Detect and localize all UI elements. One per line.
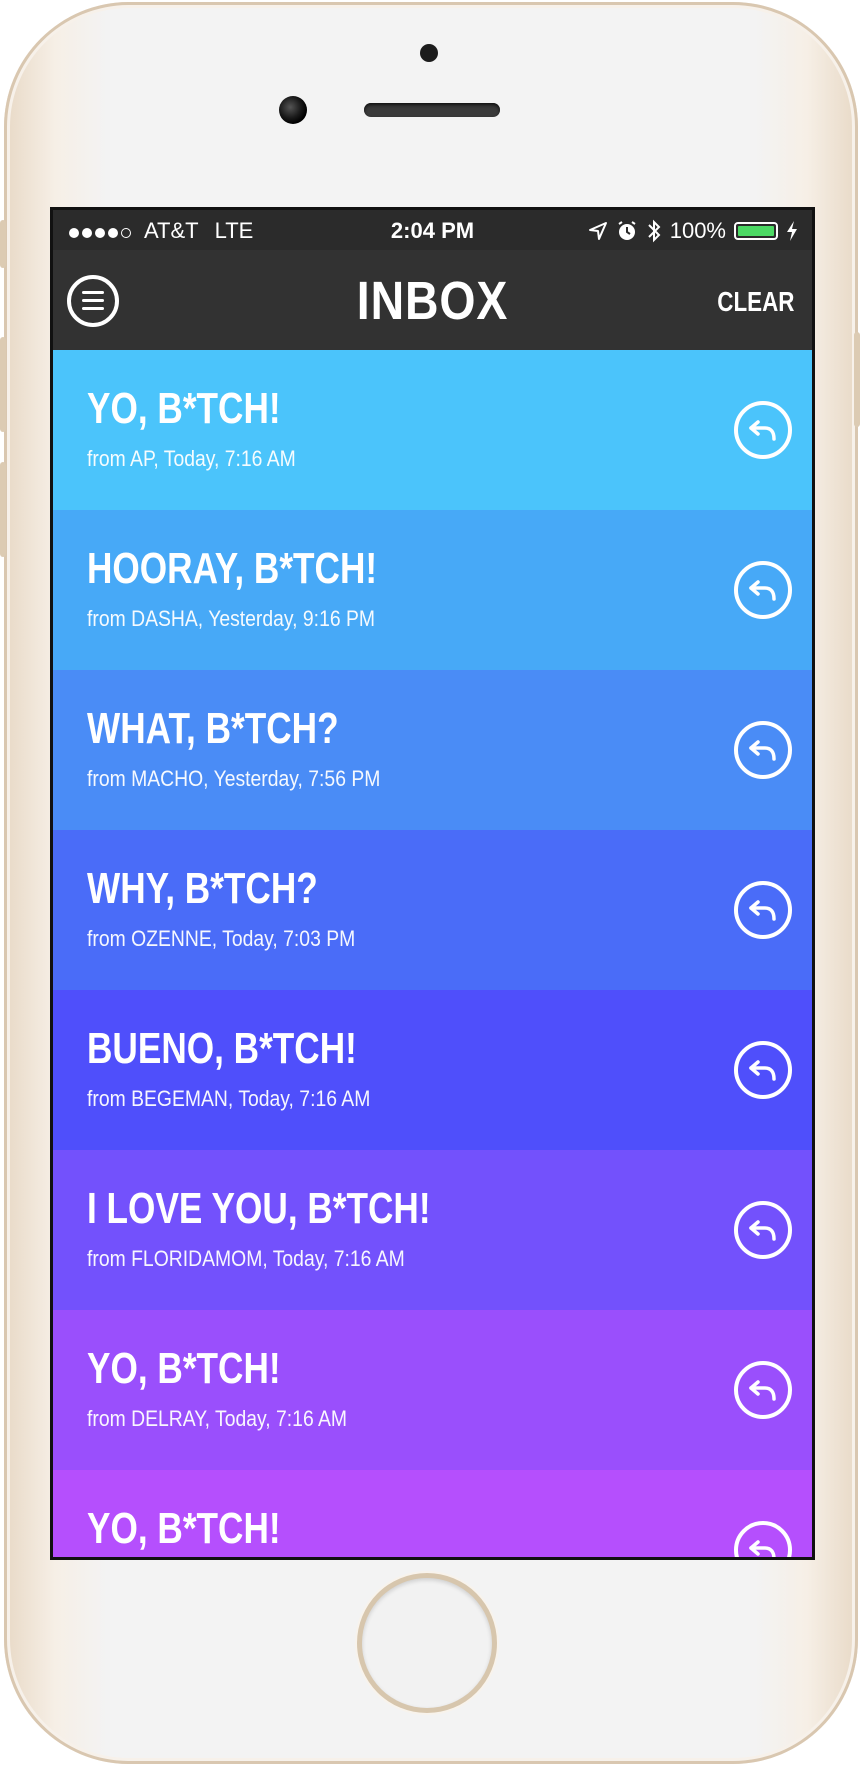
battery-percent: 100% [669, 218, 726, 243]
page-title: INBOX [356, 271, 509, 331]
phone-screen: AT&T LTE 2:04 PM 100% INBOX CLEAR YO, B*… [50, 207, 815, 1560]
alarm-icon [618, 221, 636, 240]
message-text: YO, B*TCH! [87, 384, 281, 433]
reply-icon[interactable] [734, 561, 792, 619]
message-meta: from DELRAY, Today, 7:16 AM [87, 1406, 348, 1431]
message-text: YO, B*TCH! [87, 1344, 281, 1393]
reply-icon[interactable] [734, 721, 792, 779]
message-row[interactable]: WHY, B*TCH? from OZENNE, Today, 7:03 PM [53, 830, 812, 990]
message-meta: from AP, Today, 7:16 AM [87, 446, 296, 471]
nav-bar: INBOX CLEAR [53, 250, 812, 350]
clear-button[interactable]: CLEAR [717, 286, 794, 318]
reply-icon[interactable] [734, 1201, 792, 1259]
proximity-sensor [420, 44, 438, 62]
message-row[interactable]: BUENO, B*TCH! from BEGEMAN, Today, 7:16 A… [53, 990, 812, 1150]
bluetooth-icon [648, 219, 661, 243]
message-text: WHY, B*TCH? [87, 864, 318, 913]
message-meta: from DASHA, Yesterday, 9:16 PM [87, 606, 376, 631]
message-row[interactable]: YO, B*TCH! [53, 1470, 812, 1557]
message-list: YO, B*TCH! from AP, Today, 7:16 AM HOORAY,… [53, 350, 812, 1557]
battery-icon [734, 222, 778, 240]
reply-icon[interactable] [734, 1041, 792, 1099]
message-meta: from OZENNE, Today, 7:03 PM [87, 926, 356, 951]
message-meta: from MACHO, Yesterday, 7:56 PM [87, 766, 381, 791]
message-row[interactable]: WHAT, B*TCH? from MACHO, Yesterday, 7:56 … [53, 670, 812, 830]
message-meta: from FLORIDAMOM, Today, 7:16 AM [87, 1246, 405, 1271]
home-button[interactable] [362, 1578, 492, 1708]
message-text: I LOVE YOU, B*TCH! [87, 1184, 431, 1233]
message-meta: from BEGEMAN, Today, 7:16 AM [87, 1086, 371, 1111]
volume-up-button [0, 337, 6, 432]
volume-down-button [0, 462, 6, 557]
message-text: BUENO, B*TCH! [87, 1024, 357, 1073]
message-row[interactable]: I LOVE YOU, B*TCH! from FLORIDAMOM, Today… [53, 1150, 812, 1310]
reply-icon[interactable] [734, 401, 792, 459]
message-text: WHAT, B*TCH? [87, 704, 339, 753]
message-text: YO, B*TCH! [87, 1504, 281, 1553]
front-camera [279, 96, 307, 124]
status-bar: AT&T LTE 2:04 PM 100% [53, 210, 812, 250]
battery-fill [738, 226, 774, 236]
message-row[interactable]: HOORAY, B*TCH! from DASHA, Yesterday, 9:1… [53, 510, 812, 670]
power-button [854, 332, 860, 427]
message-row[interactable]: YO, B*TCH! from DELRAY, Today, 7:16 AM [53, 1310, 812, 1470]
location-arrow-icon [588, 222, 607, 240]
earpiece-speaker [364, 103, 500, 117]
status-right: 100% [588, 218, 798, 244]
message-text: HOORAY, B*TCH! [87, 544, 378, 593]
silent-switch [0, 220, 6, 268]
charging-bolt-icon [787, 221, 797, 241]
message-row[interactable]: YO, B*TCH! from AP, Today, 7:16 AM [53, 350, 812, 510]
reply-icon[interactable] [734, 1521, 792, 1557]
reply-icon[interactable] [734, 881, 792, 939]
reply-icon[interactable] [734, 1361, 792, 1419]
